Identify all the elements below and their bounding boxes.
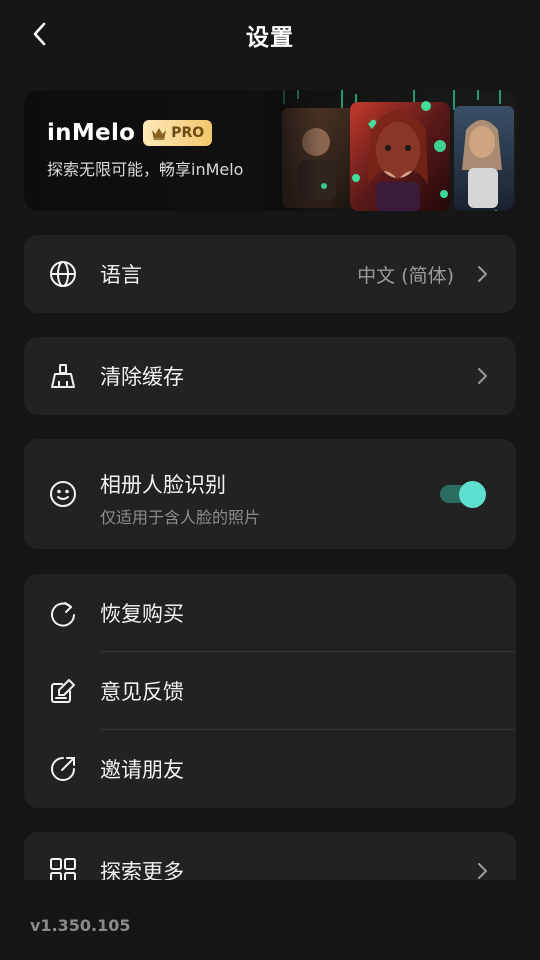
- language-value: 中文 (简体): [357, 264, 454, 287]
- settings-screen: 设置 inMelo PRO 探索无限可能，畅享inMelo 语言 中文 (简体)…: [0, 0, 540, 960]
- language-label: 语言: [100, 263, 142, 287]
- invite-friends-label: 邀请朋友: [100, 758, 184, 782]
- version-label: v1.350.105: [30, 916, 131, 935]
- pro-badge-label: PRO: [171, 125, 205, 141]
- chevron-right-icon: [474, 366, 490, 386]
- brand-name: inMelo: [47, 120, 136, 146]
- face-recognition-toggle[interactable]: [440, 481, 486, 508]
- crown-icon: [152, 127, 167, 140]
- edit-note-icon: [48, 676, 78, 706]
- banner-artwork: [264, 90, 516, 211]
- chevron-right-icon: [474, 861, 490, 881]
- face-recognition-card: 相册人脸识别 仅适用于含人脸的照片: [24, 439, 516, 549]
- restore-purchase-label: 恢复购买: [100, 602, 184, 626]
- face-recognition-sublabel: 仅适用于含人脸的照片: [100, 508, 261, 527]
- pro-badge: PRO: [143, 120, 213, 146]
- header: 设置: [0, 0, 540, 68]
- actions-card: 恢复购买 意见反馈 邀请朋友: [24, 574, 516, 808]
- clear-cache-row[interactable]: 清除缓存: [24, 337, 516, 415]
- feedback-row[interactable]: 意见反馈: [24, 652, 516, 730]
- feedback-label: 意见反馈: [100, 680, 184, 704]
- language-row[interactable]: 语言 中文 (简体): [24, 235, 516, 313]
- share-arrow-icon: [48, 754, 78, 784]
- language-card: 语言 中文 (简体): [24, 235, 516, 313]
- page-title: 设置: [246, 25, 294, 51]
- restore-purchase-row[interactable]: 恢复购买: [24, 574, 516, 652]
- banner-subtitle: 探索无限可能，畅享inMelo: [47, 160, 244, 179]
- clear-cache-card: 清除缓存: [24, 337, 516, 415]
- refresh-icon: [48, 598, 78, 628]
- toggle-thumb: [459, 481, 486, 508]
- globe-icon: [48, 259, 78, 289]
- clear-cache-label: 清除缓存: [100, 365, 184, 389]
- face-recognition-label: 相册人脸识别: [100, 473, 226, 497]
- chevron-right-icon: [474, 264, 490, 284]
- brand-row: inMelo PRO: [47, 120, 213, 146]
- broom-icon: [48, 361, 78, 391]
- pro-banner[interactable]: inMelo PRO 探索无限可能，畅享inMelo: [24, 90, 516, 211]
- smiley-face-icon: [48, 479, 78, 509]
- invite-friends-row[interactable]: 邀请朋友: [24, 730, 516, 808]
